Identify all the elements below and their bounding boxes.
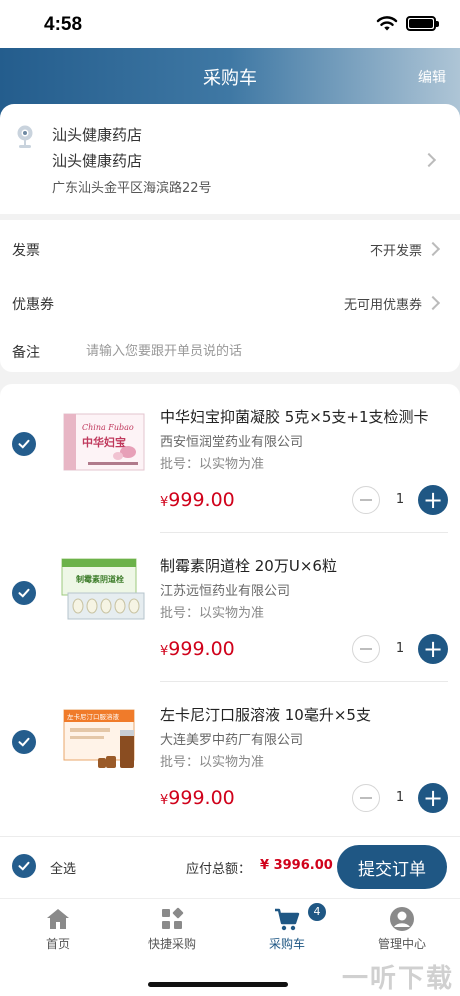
remark-label: 备注 xyxy=(12,345,40,361)
check-icon xyxy=(18,861,30,871)
checkout-bar: 全选 应付总额： ¥ 3996.00 提交订单 xyxy=(0,836,460,898)
product-name[interactable]: 中华妇宝抑菌凝胶 5克×5支+1支检测卡 xyxy=(160,406,429,427)
page-title: 采购车 xyxy=(203,68,257,89)
cart-items-card: China Fubao 中华妇宝 中华妇宝抑菌凝胶 5克×5支+1支检测卡 西安… xyxy=(0,384,460,844)
select-all-checkbox[interactable] xyxy=(12,854,36,878)
price-value: 999.00 xyxy=(168,787,235,809)
check-icon xyxy=(18,439,30,449)
invoice-label: 发票 xyxy=(12,243,40,259)
address-name: 汕头健康药店 xyxy=(52,126,143,144)
total-value: ¥ 3996.00 xyxy=(260,858,333,873)
product-maker: 西安恒润堂药业有限公司 xyxy=(160,435,304,450)
increase-qty-button[interactable]: + xyxy=(418,634,448,664)
increase-qty-button[interactable]: + xyxy=(418,783,448,813)
total-label: 应付总额： xyxy=(186,862,252,877)
tab-management-label: 管理中心 xyxy=(377,937,426,951)
home-indicator[interactable] xyxy=(148,982,288,987)
user-icon xyxy=(390,907,414,931)
invoice-row[interactable]: 发票 不开发票 xyxy=(0,220,460,272)
address-contact: 汕头健康药店 xyxy=(52,152,143,170)
tab-home-label: 首页 xyxy=(45,937,70,951)
tab-quick-purchase-label: 快捷采购 xyxy=(147,937,196,951)
box2-cn-text: 制霉素阴道栓 xyxy=(76,574,124,584)
price-value: 999.00 xyxy=(168,638,235,660)
product-maker: 江苏远恒药业有限公司 xyxy=(160,584,291,599)
quantity-value[interactable]: 1 xyxy=(388,790,412,805)
product-maker: 大连美罗中药厂有限公司 xyxy=(160,733,304,748)
edit-button[interactable]: 编辑 xyxy=(418,67,446,87)
status-icons xyxy=(376,15,439,32)
item-checkbox[interactable] xyxy=(12,730,36,754)
product-price: ¥999.00 xyxy=(160,638,235,660)
cart-item: 制霉素阴道栓 制霉素阴道栓 20万U×6粒 江苏远恒药业有限公司 批号：以实物为… xyxy=(0,533,460,682)
tab-home[interactable]: 首页 xyxy=(8,905,108,952)
address-detail: 广东汕头金平区海滨路22号 xyxy=(52,181,212,196)
product-batch: 批号：以实物为准 xyxy=(160,606,265,621)
cart-count-badge: 4 xyxy=(308,903,326,921)
product-image: China Fubao 中华妇宝 xyxy=(63,413,145,471)
product-batch: 批号：以实物为准 xyxy=(160,755,265,770)
product-name[interactable]: 制霉素阴道栓 20万U×6粒 xyxy=(160,555,337,576)
increase-qty-button[interactable]: + xyxy=(418,485,448,515)
cart-item: China Fubao 中华妇宝 中华妇宝抑菌凝胶 5克×5支+1支检测卡 西安… xyxy=(0,384,460,533)
submit-order-button[interactable]: 提交订单 xyxy=(337,845,447,889)
product-image: 左卡尼汀口服溶液 xyxy=(63,709,135,768)
coupon-chevron-icon xyxy=(425,295,441,311)
check-icon xyxy=(18,737,30,747)
item-checkbox[interactable] xyxy=(12,432,36,456)
watermark-text: 一听下载 xyxy=(341,964,454,994)
quantity-value[interactable]: 1 xyxy=(388,641,412,656)
cart-icon xyxy=(275,908,300,931)
location-icon xyxy=(17,125,33,148)
coupon-value: 无可用优惠券 xyxy=(343,298,422,313)
product-batch: 批号：以实物为准 xyxy=(160,457,265,472)
box1-cn-text: 中华妇宝 xyxy=(82,435,126,449)
status-time: 4:58 xyxy=(44,14,83,35)
select-all-label[interactable]: 全选 xyxy=(50,858,76,877)
tab-cart-label: 采购车 xyxy=(268,937,305,951)
home-icon xyxy=(47,909,69,929)
remark-input[interactable] xyxy=(86,340,426,362)
quantity-value[interactable]: 1 xyxy=(388,492,412,507)
wifi-icon xyxy=(376,16,398,31)
product-name[interactable]: 左卡尼汀口服溶液 10毫升×5支 xyxy=(160,704,371,725)
coupon-label: 优惠券 xyxy=(12,297,54,313)
check-icon xyxy=(18,588,30,598)
coupon-row[interactable]: 优惠券 无可用优惠券 xyxy=(0,280,460,324)
address-chevron-icon xyxy=(421,152,437,168)
decrease-qty-button[interactable] xyxy=(352,784,380,812)
status-bar: 4:58 xyxy=(0,0,460,48)
box3-cn-text: 左卡尼汀口服溶液 xyxy=(67,712,120,721)
tab-management[interactable]: 管理中心 xyxy=(352,905,452,952)
invoice-chevron-icon xyxy=(425,241,441,257)
product-price: ¥999.00 xyxy=(160,489,235,511)
battery-icon xyxy=(406,16,439,31)
cart-item: 左卡尼汀口服溶液 左卡尼汀口服溶液 10毫升×5支 大连美罗中药厂有限公司 批号… xyxy=(0,682,460,830)
grid-icon xyxy=(162,907,184,929)
decrease-qty-button[interactable] xyxy=(352,635,380,663)
product-price: ¥999.00 xyxy=(160,787,235,809)
product-image: 制霉素阴道栓 xyxy=(61,558,145,620)
price-value: 999.00 xyxy=(168,489,235,511)
tab-quick-purchase[interactable]: 快捷采购 xyxy=(122,905,222,952)
decrease-qty-button[interactable] xyxy=(352,486,380,514)
invoice-value: 不开发票 xyxy=(369,244,422,259)
item-checkbox[interactable] xyxy=(12,581,36,605)
box1-brand-text: China Fubao xyxy=(82,423,134,432)
